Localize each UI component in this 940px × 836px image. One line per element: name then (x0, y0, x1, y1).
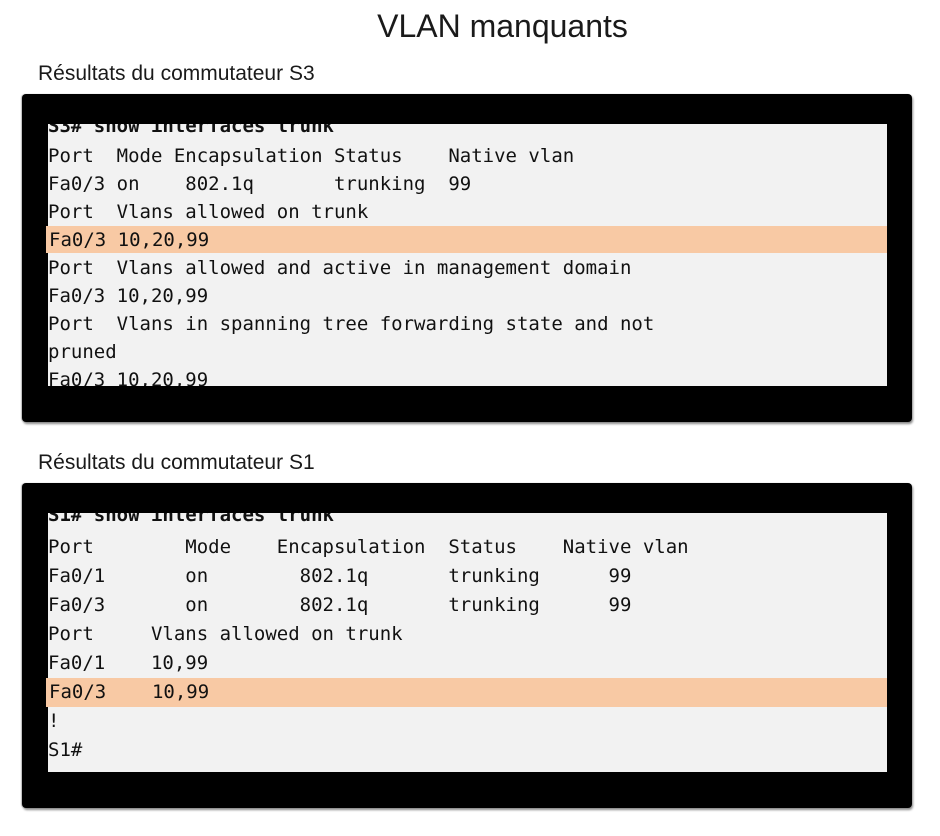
s1-terminal-screen: S1# show interfaces trunk Port Mode Enca… (48, 513, 887, 772)
s1-output-label: Résultats du commutateur S1 (38, 451, 315, 474)
s1-separator-line: ! (48, 710, 60, 732)
s3-header-line: Port Mode Encapsulation Status Native vl… (48, 145, 575, 167)
s3-terminal-screen: S3# show interfaces trunk Port Mode Enca… (48, 124, 887, 386)
s1-prompt-line: S1# (48, 739, 83, 761)
s1-highlighted-vlans-line: Fa0/3 10,99 (49, 681, 210, 703)
s3-output-label: Résultats du commutateur S3 (38, 62, 315, 85)
s3-trunk-status-line: Fa0/3 on 802.1q trunking 99 (48, 173, 472, 195)
s3-vlans-allowed-header: Port Vlans allowed on trunk (48, 201, 369, 223)
s1-terminal-frame: S1# show interfaces trunk Port Mode Enca… (22, 483, 912, 808)
s3-stp-header-wrap: pruned (48, 341, 117, 363)
s3-active-header: Port Vlans allowed and active in managem… (48, 257, 632, 279)
s1-fa01-vlans-line: Fa0/1 10,99 (48, 652, 209, 674)
s1-highlight-row: Fa0/3 10,99 (46, 678, 887, 707)
s3-active-vlans-line: Fa0/3 10,20,99 (48, 285, 209, 307)
page-title: VLAN manquants (377, 8, 628, 44)
s1-command-line: S1# show interfaces trunk (48, 513, 334, 526)
s1-vlans-allowed-header: Port Vlans allowed on trunk (48, 623, 403, 645)
s3-stp-vlans-line: Fa0/3 10,20,99 (48, 369, 209, 386)
s1-fa01-status-line: Fa0/1 on 802.1q trunking 99 (48, 565, 632, 587)
s3-terminal-frame: S3# show interfaces trunk Port Mode Enca… (22, 94, 912, 422)
s3-stp-header: Port Vlans in spanning tree forwarding s… (48, 313, 655, 335)
s3-highlight-row: Fa0/3 10,20,99 (46, 226, 887, 253)
s1-header-line: Port Mode Encapsulation Status Native vl… (48, 536, 689, 558)
s1-fa03-status-line: Fa0/3 on 802.1q trunking 99 (48, 594, 632, 616)
s3-highlighted-vlans-line: Fa0/3 10,20,99 (49, 229, 210, 251)
